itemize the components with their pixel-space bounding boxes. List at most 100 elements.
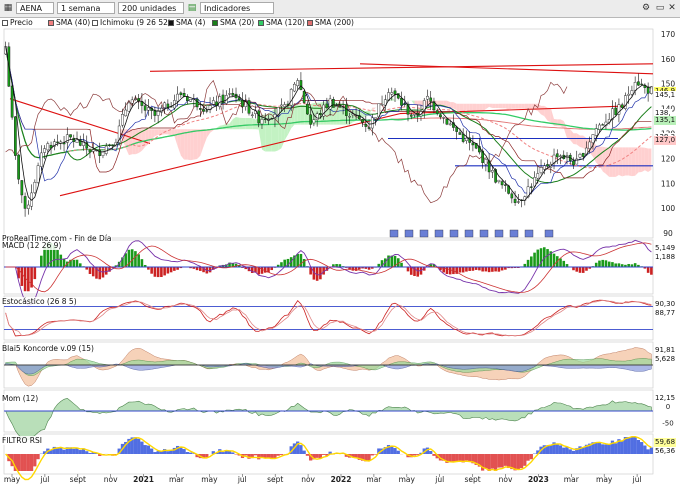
indicator-panel-title[interactable]: Blai5 Koncorde v.09 (15) bbox=[2, 344, 94, 353]
cloud-segment bbox=[502, 103, 506, 109]
cloud-segment bbox=[252, 118, 256, 130]
interval-select[interactable]: 1 semana bbox=[57, 2, 115, 14]
candle-body bbox=[101, 151, 105, 156]
candle-body bbox=[325, 103, 329, 108]
macd-histogram-bar bbox=[56, 249, 59, 267]
legend-item[interactable]: SMA (20) bbox=[212, 18, 254, 27]
symbol-field[interactable]: AENA bbox=[16, 2, 54, 14]
bars-select[interactable]: 200 unidades bbox=[118, 2, 184, 14]
candle-body bbox=[588, 141, 592, 149]
candle-body bbox=[257, 110, 261, 124]
indicator-panel-title[interactable]: Estocástico (26 8 5) bbox=[2, 297, 77, 306]
candle-body bbox=[361, 119, 364, 123]
macd-histogram-bar bbox=[270, 267, 274, 271]
candle-body bbox=[627, 93, 630, 96]
candle-body bbox=[143, 105, 147, 111]
candle-body bbox=[231, 93, 235, 96]
x-tick-label: jul bbox=[632, 475, 642, 484]
cloud-segment bbox=[440, 100, 444, 106]
legend-item[interactable]: SMA (40) bbox=[48, 18, 90, 27]
candle-body bbox=[104, 145, 108, 154]
candle-body bbox=[429, 97, 433, 102]
cloud-segment bbox=[644, 147, 649, 172]
cloud-segment bbox=[605, 147, 610, 177]
candle-body bbox=[302, 90, 306, 103]
rsi-bar bbox=[458, 454, 462, 461]
indicators-icon[interactable]: ▤ bbox=[186, 2, 198, 14]
candle-body bbox=[108, 144, 111, 146]
cloud-segment bbox=[249, 118, 253, 130]
candle-body bbox=[296, 80, 300, 87]
cloud-segment bbox=[648, 148, 652, 172]
cloud-segment bbox=[229, 119, 233, 130]
candle-body bbox=[461, 133, 465, 142]
candle-body bbox=[211, 100, 215, 105]
rsi-bar bbox=[393, 448, 397, 454]
macd-histogram-bar bbox=[627, 263, 630, 267]
indicator-panel-title[interactable]: FILTRO RSI bbox=[2, 436, 42, 445]
rsi-bar bbox=[85, 451, 89, 454]
x-tick-label: jul bbox=[434, 475, 444, 484]
candle-body bbox=[263, 118, 267, 120]
rsi-bar bbox=[137, 438, 141, 454]
rsi-bar bbox=[179, 447, 183, 454]
close-icon[interactable]: ✕ bbox=[666, 2, 678, 14]
candle-body bbox=[10, 85, 14, 118]
legend-label: Precio bbox=[10, 18, 33, 27]
cloud-segment bbox=[443, 100, 447, 107]
candle-body bbox=[348, 116, 351, 118]
cloud-segment bbox=[511, 103, 516, 109]
x-tick-label: 2023 bbox=[528, 475, 549, 484]
x-tick-label: jul bbox=[39, 475, 49, 484]
macd-histogram-bar bbox=[156, 267, 160, 278]
legend-item[interactable]: SMA (200) bbox=[307, 18, 354, 27]
indicators-button[interactable]: Indicadores bbox=[200, 2, 274, 14]
rsi-bar bbox=[630, 437, 634, 454]
minimize-icon[interactable]: ▭ bbox=[654, 2, 666, 14]
candle-body bbox=[393, 90, 397, 95]
legend-item[interactable]: Precio bbox=[2, 18, 33, 27]
legend-item[interactable]: SMA (120) bbox=[258, 18, 305, 27]
candle-body bbox=[335, 105, 338, 107]
rsi-bar bbox=[36, 454, 40, 460]
candle-body bbox=[283, 104, 287, 107]
rsi-bar bbox=[150, 448, 154, 454]
settings-icon[interactable]: ⚙ bbox=[640, 2, 652, 14]
macd-histogram-bar bbox=[471, 267, 475, 271]
cloud-segment bbox=[99, 100, 103, 113]
candle-body bbox=[513, 198, 517, 203]
cloud-segment bbox=[498, 103, 503, 109]
indicator-panel-title[interactable]: MACD (12 26 9) bbox=[2, 241, 62, 250]
rsi-bar bbox=[455, 454, 459, 462]
macd-histogram-bar bbox=[296, 253, 299, 267]
candle-body bbox=[319, 113, 322, 115]
x-tick-label: mar bbox=[366, 475, 382, 484]
rsi-bar bbox=[370, 454, 374, 456]
rsi-bar bbox=[601, 444, 605, 454]
legend-item[interactable]: Ichimoku (9 26 52) bbox=[92, 18, 171, 27]
candle-body bbox=[542, 165, 546, 170]
cloud-segment bbox=[174, 129, 178, 147]
rsi-bar bbox=[594, 442, 598, 454]
macd-histogram-bar bbox=[445, 267, 449, 274]
macd-histogram-bar bbox=[611, 262, 614, 267]
candle-body bbox=[591, 134, 595, 143]
x-tick-label: mar bbox=[169, 475, 185, 484]
price-value-tag: 127,0 bbox=[654, 136, 677, 146]
cloud-segment bbox=[197, 129, 201, 159]
panel-value-tag: 12,15 bbox=[654, 394, 677, 403]
legend-item[interactable]: SMA (4) bbox=[168, 18, 205, 27]
rsi-bar bbox=[315, 454, 319, 458]
macd-histogram-bar bbox=[124, 253, 127, 267]
grid-menu-icon[interactable]: ▦ bbox=[2, 2, 14, 14]
cloud-segment bbox=[245, 118, 249, 130]
candle-body bbox=[637, 81, 640, 86]
macd-histogram-bar bbox=[72, 259, 76, 267]
rsi-bar bbox=[451, 454, 456, 462]
rsi-bar bbox=[529, 454, 533, 460]
candle-body bbox=[594, 128, 598, 136]
rsi-bar bbox=[565, 447, 569, 454]
rsi-bar bbox=[33, 454, 37, 467]
indicator-panel-title[interactable]: Mom (12) bbox=[2, 394, 39, 403]
macd-histogram-bar bbox=[150, 267, 153, 274]
